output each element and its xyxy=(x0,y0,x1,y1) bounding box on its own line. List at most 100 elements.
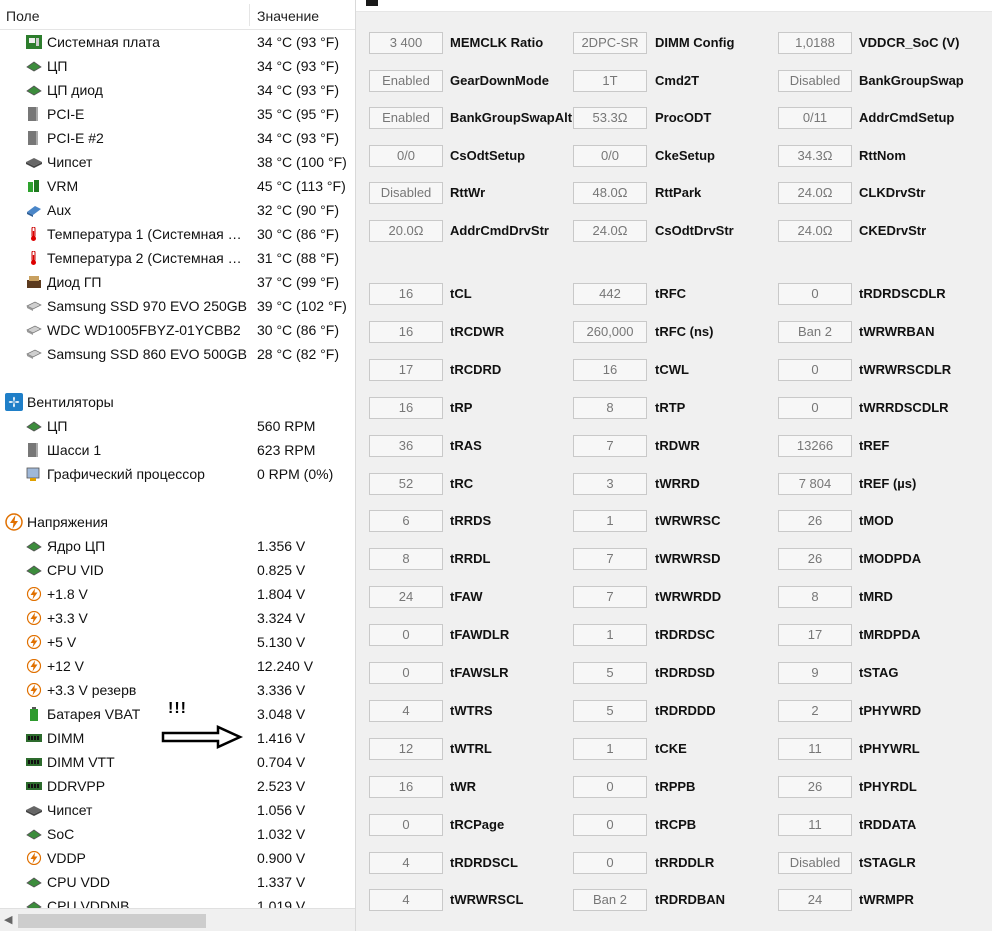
timing-value-field[interactable]: 0 xyxy=(778,396,852,419)
sensor-row[interactable]: VDDP 0.900 V xyxy=(0,846,355,870)
timing-value-field[interactable]: 16 xyxy=(369,283,443,305)
section-header[interactable]: Вентиляторы xyxy=(0,390,355,414)
timing-value-field[interactable]: Disabled xyxy=(778,851,852,874)
timing-value-field[interactable]: 0 xyxy=(369,624,443,647)
timing-value-field[interactable]: 2 xyxy=(778,699,852,722)
timing-value-field[interactable]: 0/0 xyxy=(573,144,647,167)
sensor-row[interactable]: Чипсет 1.056 V xyxy=(0,798,355,822)
timing-value-field[interactable]: 24.0Ω xyxy=(778,220,852,242)
sensor-row[interactable]: Samsung SSD 860 EVO 500GB 28 °C (82 °F) xyxy=(0,342,355,366)
timing-value-field[interactable]: 12 xyxy=(369,737,443,760)
sensor-row[interactable]: Графический процессор 0 RPM (0%) xyxy=(0,462,355,486)
sensor-row[interactable]: DDRVPP 2.523 V xyxy=(0,774,355,798)
sensor-row[interactable]: Диод ГП 37 °C (99 °F) xyxy=(0,270,355,294)
timing-value-field[interactable]: 0 xyxy=(369,813,443,836)
sensor-row[interactable]: CPU VID 0.825 V xyxy=(0,558,355,582)
timing-value-field[interactable]: 8 xyxy=(369,548,443,571)
timing-value-field[interactable]: 4 xyxy=(369,889,443,912)
timing-value-field[interactable]: 24.0Ω xyxy=(778,182,852,205)
timing-value-field[interactable]: 0 xyxy=(573,813,647,836)
timing-value-field[interactable]: 1,0188 xyxy=(778,32,852,54)
sensor-row[interactable]: CPU VDD 1.337 V xyxy=(0,870,355,894)
timing-value-field[interactable]: 16 xyxy=(369,320,443,343)
timing-value-field[interactable]: 9 xyxy=(778,662,852,684)
timing-value-field[interactable]: 442 xyxy=(573,283,647,305)
timing-value-field[interactable]: 11 xyxy=(778,813,852,836)
timing-value-field[interactable]: 3 400 xyxy=(369,32,443,54)
timing-value-field[interactable]: 260,000 xyxy=(573,320,647,343)
timing-value-field[interactable]: 36 xyxy=(369,434,443,457)
timing-value-field[interactable]: Enabled xyxy=(369,69,443,92)
sensor-row[interactable]: +3.3 V резерв 3.336 V xyxy=(0,678,355,702)
timing-value-field[interactable]: Disabled xyxy=(778,69,852,92)
timing-value-field[interactable]: 8 xyxy=(778,586,852,609)
timing-value-field[interactable]: 3 xyxy=(573,472,647,495)
timing-value-field[interactable]: 11 xyxy=(778,737,852,760)
scrollbar-thumb[interactable] xyxy=(18,914,206,928)
column-separator[interactable] xyxy=(249,4,250,26)
sensor-row[interactable]: Температура 2 (Системная … 31 °C (88 °F) xyxy=(0,246,355,270)
timing-value-field[interactable]: 24 xyxy=(778,889,852,912)
timing-value-field[interactable]: 0 xyxy=(573,851,647,874)
timing-value-field[interactable]: 17 xyxy=(369,358,443,381)
sensor-row[interactable]: Чипсет 38 °C (100 °F) xyxy=(0,150,355,174)
sensor-row[interactable]: +1.8 V 1.804 V xyxy=(0,582,355,606)
timing-value-field[interactable]: 24 xyxy=(369,586,443,609)
timing-value-field[interactable]: 7 xyxy=(573,434,647,457)
timing-value-field[interactable]: Ban 2 xyxy=(573,889,647,912)
timing-value-field[interactable]: 52 xyxy=(369,472,443,495)
timing-value-field[interactable]: 16 xyxy=(369,396,443,419)
sensor-row[interactable]: DIMM VTT 0.704 V xyxy=(0,750,355,774)
sensor-row[interactable]: Шасси 1 623 RPM xyxy=(0,438,355,462)
timing-value-field[interactable]: 0 xyxy=(573,775,647,798)
timing-value-field[interactable]: 0 xyxy=(778,283,852,305)
timing-value-field[interactable]: 26 xyxy=(778,775,852,798)
timing-value-field[interactable]: 26 xyxy=(778,548,852,571)
sensor-row[interactable]: Ядро ЦП 1.356 V xyxy=(0,534,355,558)
timing-value-field[interactable]: 8 xyxy=(573,396,647,419)
timing-value-field[interactable]: 5 xyxy=(573,662,647,684)
timing-value-field[interactable]: Ban 2 xyxy=(778,320,852,343)
sensor-row[interactable]: PCI-E #2 34 °C (93 °F) xyxy=(0,126,355,150)
timing-value-field[interactable]: 20.0Ω xyxy=(369,220,443,242)
sensor-row[interactable]: Samsung SSD 970 EVO 250GB 39 °C (102 °F) xyxy=(0,294,355,318)
timing-value-field[interactable]: 53.3Ω xyxy=(573,107,647,130)
timing-value-field[interactable]: 7 804 xyxy=(778,472,852,495)
sensor-row[interactable]: ЦП диод 34 °C (93 °F) xyxy=(0,78,355,102)
timing-value-field[interactable]: 4 xyxy=(369,851,443,874)
timing-value-field[interactable]: 1 xyxy=(573,624,647,647)
column-field-header[interactable]: Поле xyxy=(6,8,40,24)
section-header[interactable]: Напряжения xyxy=(0,510,355,534)
scroll-left-icon[interactable]: ◀ xyxy=(4,913,12,926)
timing-value-field[interactable]: Enabled xyxy=(369,107,443,130)
timing-value-field[interactable]: Disabled xyxy=(369,182,443,205)
timing-value-field[interactable]: 1 xyxy=(573,737,647,760)
timing-value-field[interactable]: 13266 xyxy=(778,434,852,457)
sensor-row[interactable]: Температура 1 (Системная … 30 °C (86 °F) xyxy=(0,222,355,246)
timing-value-field[interactable]: 17 xyxy=(778,624,852,647)
sensor-row[interactable]: +5 V 5.130 V xyxy=(0,630,355,654)
timing-value-field[interactable]: 2DPC-SR xyxy=(573,32,647,54)
timing-value-field[interactable]: 7 xyxy=(573,586,647,609)
timing-value-field[interactable]: 48.0Ω xyxy=(573,182,647,205)
timing-value-field[interactable]: 16 xyxy=(369,775,443,798)
timing-value-field[interactable]: 6 xyxy=(369,510,443,533)
timing-value-field[interactable]: 0/11 xyxy=(778,107,852,130)
sensor-row[interactable]: WDC WD1005FBYZ-01YCBB2 30 °C (86 °F) xyxy=(0,318,355,342)
sensor-row[interactable]: SoC 1.032 V xyxy=(0,822,355,846)
timing-value-field[interactable]: 34.3Ω xyxy=(778,144,852,167)
sensor-row[interactable]: VRM 45 °C (113 °F) xyxy=(0,174,355,198)
sensor-row[interactable]: PCI-E 35 °C (95 °F) xyxy=(0,102,355,126)
timing-value-field[interactable]: 1T xyxy=(573,69,647,92)
sensor-row[interactable]: +3.3 V 3.324 V xyxy=(0,606,355,630)
timing-value-field[interactable]: 1 xyxy=(573,510,647,533)
timing-value-field[interactable]: 0 xyxy=(778,358,852,381)
sensor-row[interactable]: Aux 32 °C (90 °F) xyxy=(0,198,355,222)
sensor-row[interactable]: ЦП 34 °C (93 °F) xyxy=(0,54,355,78)
sensor-row[interactable]: Системная плата 34 °C (93 °F) xyxy=(0,30,355,54)
timing-value-field[interactable]: 24.0Ω xyxy=(573,220,647,242)
horizontal-scrollbar[interactable]: ◀ xyxy=(0,908,355,931)
sensor-row[interactable]: +12 V 12.240 V xyxy=(0,654,355,678)
timing-value-field[interactable]: 0 xyxy=(369,662,443,684)
timing-value-field[interactable]: 26 xyxy=(778,510,852,533)
